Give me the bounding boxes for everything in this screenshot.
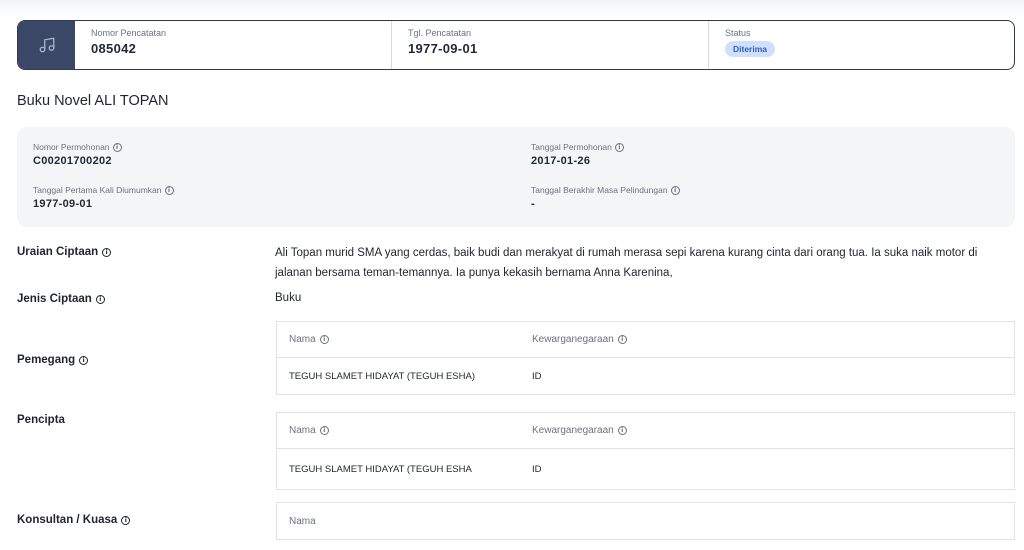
- application-date-item: Tanggal Permohonan i 2017-01-26: [531, 142, 624, 167]
- info-icon[interactable]: i: [121, 515, 131, 525]
- music-note-icon: [39, 37, 54, 53]
- table-header: Nama i Kewarganegaraan i: [277, 413, 1014, 449]
- creator-label: Pencipta: [17, 414, 65, 426]
- consultant-table: Nama: [276, 502, 1015, 540]
- description-label: Uraian Ciptaan: [17, 246, 99, 258]
- table-row: TEGUH SLAMET HIDAYAT (TEGUH ESHA ID: [277, 449, 1014, 489]
- application-number-item: Nomor Permohonan i C00201700202: [33, 142, 122, 167]
- info-icon[interactable]: i: [617, 426, 627, 435]
- column-header-label: Nama: [289, 334, 316, 345]
- holder-label: Pemegang: [17, 354, 76, 366]
- status-cell: Status Diterima: [709, 21, 1014, 69]
- info-icon[interactable]: i: [79, 355, 89, 365]
- column-header-name: Nama i: [289, 322, 329, 357]
- info-icon[interactable]: i: [617, 335, 627, 344]
- info-icon[interactable]: i: [614, 142, 624, 152]
- info-icon[interactable]: i: [112, 142, 122, 152]
- first-published-item: Tanggal Pertama Kali Diumumkan i 1977-09-…: [33, 185, 174, 210]
- application-info-panel: Nomor Permohonan i C00201700202 Tanggal P…: [17, 127, 1015, 227]
- registration-date-label: Tgl. Pencatatan: [408, 28, 472, 38]
- type-label: Jenis Ciptaan: [17, 293, 92, 305]
- protection-end-value: -: [531, 198, 535, 210]
- description-row-label: Uraian Ciptaan i: [17, 246, 112, 258]
- holder-table: Nama i Kewarganegaraan i TEGUH SLAMET HIDA…: [276, 321, 1015, 395]
- info-icon[interactable]: i: [319, 335, 329, 344]
- description-text: Ali Topan murid SMA yang cerdas, baik bu…: [275, 247, 978, 279]
- holder-name-cell: TEGUH SLAMET HIDAYAT (TEGUH ESHA): [289, 370, 475, 382]
- application-date-label: Tanggal Permohonan: [531, 142, 612, 152]
- column-header-label: Kewarganegaraan: [532, 425, 614, 436]
- type-value: Buku: [275, 292, 302, 304]
- top-shadow: [0, 0, 1024, 16]
- protection-end-item: Tanggal Berakhir Masa Pelindungan i -: [531, 185, 680, 210]
- registration-date-cell: Tgl. Pencatatan 1977-09-01: [392, 21, 709, 69]
- info-icon[interactable]: i: [164, 185, 174, 195]
- registration-header-card: Nomor Pencatatan 085042 Tgl. Pencatatan …: [17, 20, 1015, 70]
- info-icon[interactable]: i: [102, 247, 112, 257]
- creator-row-label: Pencipta: [17, 414, 65, 426]
- info-icon[interactable]: i: [95, 294, 105, 304]
- info-icon[interactable]: i: [670, 185, 680, 195]
- registration-number-cell: Nomor Pencatatan 085042: [75, 21, 392, 69]
- column-header-label: Nama: [289, 425, 316, 436]
- holder-citizenship-cell: ID: [532, 370, 542, 382]
- column-header-label: Kewarganegaraan: [532, 334, 614, 345]
- status-badge: Diterima: [725, 41, 776, 57]
- consultant-label: Konsultan / Kuasa: [17, 514, 118, 526]
- creator-citizenship-cell: ID: [532, 463, 542, 475]
- consultant-row-label: Konsultan / Kuasa i: [17, 514, 131, 526]
- registration-number-label: Nomor Pencatatan: [91, 28, 167, 38]
- page-title: Buku Novel ALI TOPAN: [17, 93, 169, 109]
- column-header-citizenship: Kewarganegaraan i: [532, 322, 627, 357]
- column-header-name: Nama i: [289, 413, 329, 448]
- status-label: Status: [725, 28, 751, 38]
- first-published-label: Tanggal Pertama Kali Diumumkan: [33, 185, 162, 195]
- table-row: TEGUH SLAMET HIDAYAT (TEGUH ESHA) ID: [277, 358, 1014, 394]
- column-header-citizenship: Kewarganegaraan i: [532, 413, 627, 448]
- registration-number-value: 085042: [91, 41, 137, 56]
- first-published-value: 1977-09-01: [33, 198, 93, 210]
- holder-row-label: Pemegang i: [17, 354, 89, 366]
- creator-table: Nama i Kewarganegaraan i TEGUH SLAMET HIDA…: [276, 412, 1015, 490]
- table-header: Nama i Kewarganegaraan i: [277, 322, 1014, 358]
- music-icon-box: [18, 21, 75, 69]
- application-number-label: Nomor Permohonan: [33, 142, 110, 152]
- protection-end-label: Tanggal Berakhir Masa Pelindungan: [531, 185, 668, 195]
- column-header-name: Nama: [289, 515, 316, 527]
- application-number-value: C00201700202: [33, 155, 112, 167]
- application-date-value: 2017-01-26: [531, 155, 591, 167]
- registration-date-value: 1977-09-01: [408, 41, 478, 56]
- table-header: Nama: [277, 503, 1014, 539]
- info-icon[interactable]: i: [319, 426, 329, 435]
- type-row-label: Jenis Ciptaan i: [17, 293, 105, 305]
- creator-name-cell: TEGUH SLAMET HIDAYAT (TEGUH ESHA: [289, 463, 472, 475]
